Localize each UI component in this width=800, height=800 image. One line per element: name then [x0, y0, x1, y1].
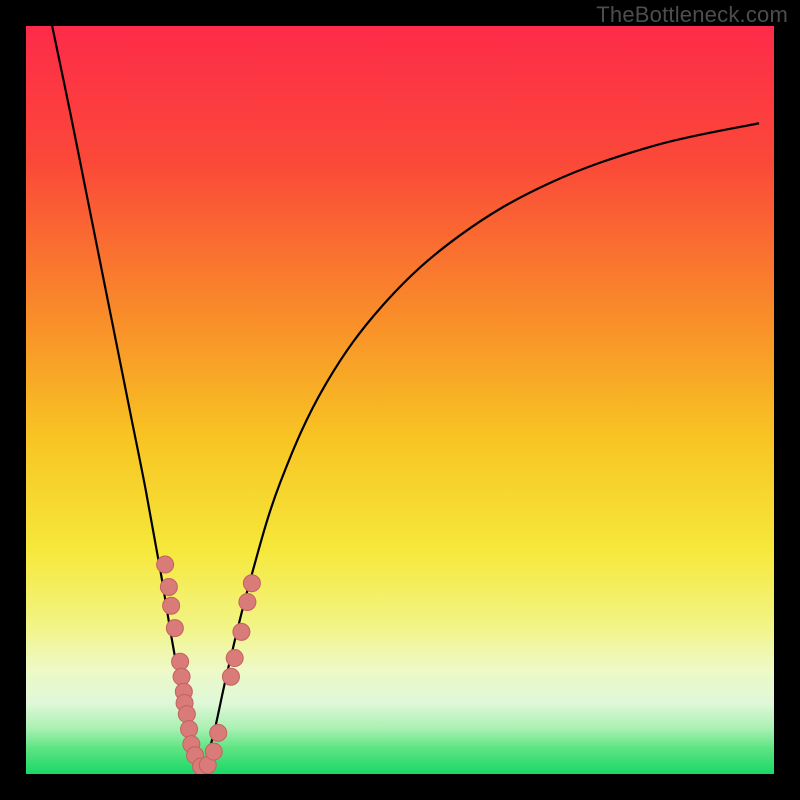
frame-border-right — [774, 0, 800, 800]
data-marker — [239, 593, 256, 610]
data-marker — [173, 668, 190, 685]
data-marker — [226, 650, 243, 667]
data-marker — [210, 724, 227, 741]
marker-group — [157, 556, 261, 774]
data-marker — [181, 721, 198, 738]
data-marker — [157, 556, 174, 573]
data-marker — [243, 575, 260, 592]
data-marker — [166, 620, 183, 637]
data-marker — [205, 743, 222, 760]
data-marker — [178, 706, 195, 723]
data-marker — [222, 668, 239, 685]
data-marker — [163, 597, 180, 614]
data-marker — [172, 653, 189, 670]
bottleneck-curve — [26, 26, 774, 774]
frame-border-bottom — [0, 774, 800, 800]
data-marker — [160, 579, 177, 596]
plot-area — [26, 26, 774, 774]
frame-border-left — [0, 0, 26, 800]
watermark-text: TheBottleneck.com — [596, 2, 788, 28]
curve-right-branch — [202, 123, 759, 770]
data-marker — [233, 623, 250, 640]
